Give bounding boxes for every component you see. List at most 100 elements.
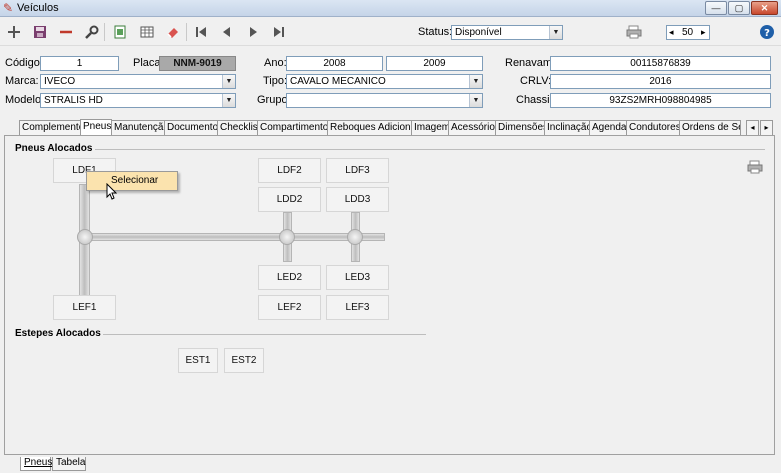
- tire-slot-lef3[interactable]: LEF3: [326, 295, 389, 320]
- page-size-spinner[interactable]: ◂ 50 ▸: [666, 25, 710, 40]
- save-icon[interactable]: [30, 22, 50, 42]
- tab-ordens-de-servico[interactable]: Ordens de Serv: [679, 120, 741, 136]
- tire-slot-ldd3[interactable]: LDD3: [326, 187, 389, 212]
- crlv-label: CRLV:: [520, 75, 552, 87]
- pneus-alocados-title: Pneus Alocados: [15, 143, 93, 154]
- grupo-select[interactable]: ▼: [286, 93, 483, 108]
- last-icon[interactable]: [269, 22, 289, 42]
- context-menu-item-selecionar[interactable]: Selecionar: [111, 175, 158, 186]
- grid-icon[interactable]: [137, 22, 157, 42]
- add-icon[interactable]: [4, 22, 24, 42]
- chevron-down-icon: ▼: [222, 75, 235, 88]
- tire-slot-led2[interactable]: LED2: [258, 265, 321, 290]
- chassi-label: Chassi:: [516, 94, 553, 106]
- chassi-field[interactable]: 93ZS2MRH098804985: [550, 93, 771, 108]
- drive-shaft: [85, 233, 385, 241]
- marca-value: IVECO: [44, 76, 76, 87]
- tab-reboques-adicionais[interactable]: Reboques Adicionais: [327, 120, 412, 136]
- tab-imagem[interactable]: Imagem: [411, 120, 449, 136]
- tab-inclinacao[interactable]: Inclinação: [544, 120, 590, 136]
- window-title: Veículos: [17, 2, 59, 14]
- front-axle-hub: [77, 229, 93, 245]
- close-button[interactable]: ✕: [751, 1, 778, 15]
- tab-scroll-left-button[interactable]: ◂: [746, 120, 759, 136]
- tire-slot-ldf2[interactable]: LDF2: [258, 158, 321, 183]
- chevron-down-icon: ▼: [469, 75, 482, 88]
- title-bar: ✎ Veículos — ▢ ✕: [0, 0, 781, 17]
- tire-slot-ldd2[interactable]: LDD2: [258, 187, 321, 212]
- toolbar-separator: [186, 23, 187, 41]
- help-icon[interactable]: ?: [757, 22, 777, 42]
- tire-slot-led3[interactable]: LED3: [326, 265, 389, 290]
- codigo-field[interactable]: 1: [40, 56, 119, 71]
- section-divider: [103, 334, 426, 335]
- status-label: Status:: [418, 26, 453, 38]
- spare-slot-est1[interactable]: EST1: [178, 348, 218, 373]
- minimize-button[interactable]: —: [705, 1, 727, 15]
- tab-acessorios[interactable]: Acessórios: [448, 120, 496, 136]
- search-icon[interactable]: [82, 22, 102, 42]
- status-value: Disponível: [455, 27, 502, 38]
- chevron-down-icon: ▼: [222, 94, 235, 107]
- section-divider: [95, 149, 765, 150]
- renavam-field[interactable]: 00115876839: [550, 56, 771, 71]
- ano-modelo-field[interactable]: 2009: [386, 56, 483, 71]
- tab-manutencao[interactable]: Manutenção: [111, 120, 165, 136]
- page-prev-button[interactable]: ◂: [669, 26, 674, 39]
- placa-field[interactable]: NNM-9019: [159, 56, 236, 71]
- page-next-button[interactable]: ▸: [701, 26, 706, 39]
- bottom-tab-strip: Pneus Tabela: [4, 457, 304, 471]
- marca-label: Marca:: [5, 75, 39, 87]
- tipo-label: Tipo:: [263, 75, 288, 87]
- tab-agenda[interactable]: Agenda: [589, 120, 627, 136]
- tab-complemento[interactable]: Complemento: [19, 120, 81, 136]
- print-icon[interactable]: [624, 22, 644, 42]
- page-size-value: 50: [682, 27, 694, 38]
- tipo-select[interactable]: CAVALO MECANICO ▼: [286, 74, 483, 89]
- ano-fabricacao-field[interactable]: 2008: [286, 56, 383, 71]
- tab-strip: Complemento Pneus Manutenção Documentos …: [4, 119, 775, 136]
- toolbar-separator: [104, 23, 105, 41]
- first-icon[interactable]: [191, 22, 211, 42]
- spare-slot-est2[interactable]: EST2: [224, 348, 264, 373]
- marca-select[interactable]: IVECO ▼: [40, 74, 236, 89]
- bottom-tab-tabela[interactable]: Tabela: [52, 457, 86, 471]
- modelo-select[interactable]: STRALIS HD ▼: [40, 93, 236, 108]
- tab-dimensoes[interactable]: Dimensões: [495, 120, 545, 136]
- svg-text:?: ?: [764, 28, 770, 39]
- context-menu: Selecionar: [86, 171, 178, 191]
- modelo-value: STRALIS HD: [44, 95, 103, 106]
- modelo-label: Modelo:: [5, 94, 45, 106]
- renavam-label: Renavam:: [505, 57, 556, 69]
- tire-slot-lef1[interactable]: LEF1: [53, 295, 116, 320]
- remove-icon[interactable]: [56, 22, 76, 42]
- chevron-down-icon: ▼: [549, 26, 562, 39]
- rear-axle-2-hub: [279, 229, 295, 245]
- tab-scroll-right-button[interactable]: ▸: [760, 120, 773, 136]
- rear-axle-3-hub: [347, 229, 363, 245]
- status-select[interactable]: Disponível ▼: [451, 25, 563, 40]
- export-icon[interactable]: [110, 22, 130, 42]
- crlv-field[interactable]: 2016: [550, 74, 771, 89]
- mouse-cursor-icon: [106, 182, 118, 203]
- maximize-button[interactable]: ▢: [728, 1, 750, 15]
- tab-pneus[interactable]: Pneus: [80, 119, 112, 136]
- print-icon[interactable]: [745, 157, 765, 177]
- codigo-label: Código:: [5, 57, 43, 69]
- tab-documentos[interactable]: Documentos: [164, 120, 218, 136]
- ano-label: Ano:: [264, 57, 287, 69]
- bottom-tab-pneus[interactable]: Pneus: [20, 457, 52, 471]
- tipo-value: CAVALO MECANICO: [290, 76, 386, 87]
- estepes-alocados-title: Estepes Alocados: [15, 328, 101, 339]
- tab-condutores[interactable]: Condutores: [626, 120, 680, 136]
- chevron-down-icon: ▼: [469, 94, 482, 107]
- app-icon: ✎: [3, 1, 14, 15]
- tire-slot-lef2[interactable]: LEF2: [258, 295, 321, 320]
- tab-compartimentos[interactable]: Compartimentos: [257, 120, 328, 136]
- tab-checklist[interactable]: Checklist: [217, 120, 258, 136]
- tire-slot-ldf3[interactable]: LDF3: [326, 158, 389, 183]
- toolbar: Status: Disponível ▼ ◂ 50 ▸ ?: [0, 18, 781, 46]
- prev-icon[interactable]: [217, 22, 237, 42]
- eraser-icon[interactable]: [163, 22, 183, 42]
- next-icon[interactable]: [243, 22, 263, 42]
